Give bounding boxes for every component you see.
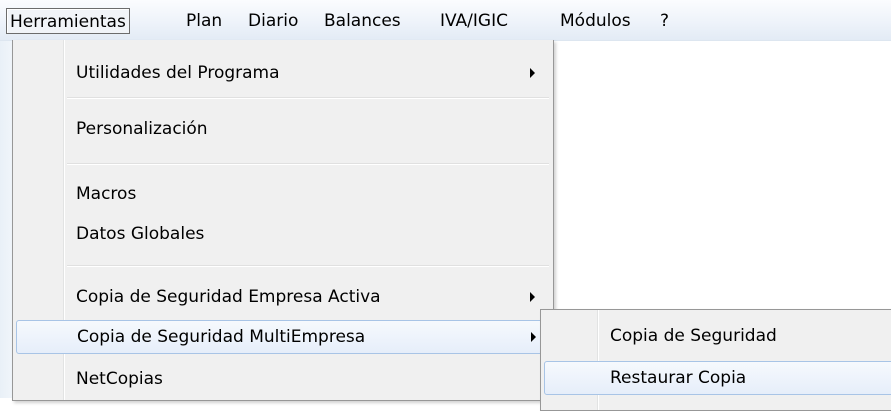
submenu-item-copia-de-seguridad[interactable]: Copia de Seguridad: [544, 319, 891, 353]
menu-item-copia-multiempresa[interactable]: Copia de Seguridad MultiEmpresa: [16, 320, 548, 354]
menu-item-label: Personalización: [76, 119, 208, 139]
menu-item-personalizacion[interactable]: Personalización: [15, 112, 549, 146]
menu-item-label: Copia de Seguridad Empresa Activa: [76, 287, 381, 307]
menu-item-datos-globales[interactable]: Datos Globales: [15, 217, 549, 251]
menu-separator: [67, 163, 549, 165]
submenu-arrow-icon: [530, 68, 535, 78]
menu-item-label: NetCopias: [76, 369, 163, 389]
menu-bar: Herramientas Plan Diario Balances IVA/IG…: [0, 0, 891, 41]
submenu-item-label: Copia de Seguridad: [610, 326, 777, 346]
menu-iva-igic[interactable]: IVA/IGIC: [436, 8, 512, 34]
menu-item-label: Datos Globales: [76, 224, 205, 244]
menu-separator: [67, 265, 549, 267]
menu-item-copia-empresa-activa[interactable]: Copia de Seguridad Empresa Activa: [15, 280, 549, 314]
menu-item-netcopias[interactable]: NetCopias: [15, 362, 549, 396]
menu-separator: [67, 97, 549, 99]
menu-diario[interactable]: Diario: [244, 8, 302, 34]
submenu-arrow-icon: [530, 292, 535, 302]
menu-plan[interactable]: Plan: [182, 8, 226, 34]
submenu-item-restaurar-copia[interactable]: Restaurar Copia: [544, 361, 891, 395]
menu-item-macros[interactable]: Macros: [15, 177, 549, 211]
herramientas-dropdown: Utilidades del Programa Personalización …: [12, 40, 554, 401]
menu-item-label: Utilidades del Programa: [76, 63, 280, 83]
menu-help[interactable]: ?: [656, 8, 673, 34]
menu-herramientas[interactable]: Herramientas: [6, 8, 130, 34]
menu-modulos[interactable]: Módulos: [556, 8, 635, 34]
menu-balances[interactable]: Balances: [320, 8, 405, 34]
menu-item-utilidades-del-programa[interactable]: Utilidades del Programa: [15, 56, 549, 90]
submenu-arrow-icon: [531, 332, 536, 342]
multiempresa-submenu: Copia de Seguridad Restaurar Copia: [540, 309, 891, 411]
submenu-item-label: Restaurar Copia: [610, 368, 747, 388]
menu-item-label: Copia de Seguridad MultiEmpresa: [77, 327, 366, 347]
menu-item-label: Macros: [76, 184, 137, 204]
